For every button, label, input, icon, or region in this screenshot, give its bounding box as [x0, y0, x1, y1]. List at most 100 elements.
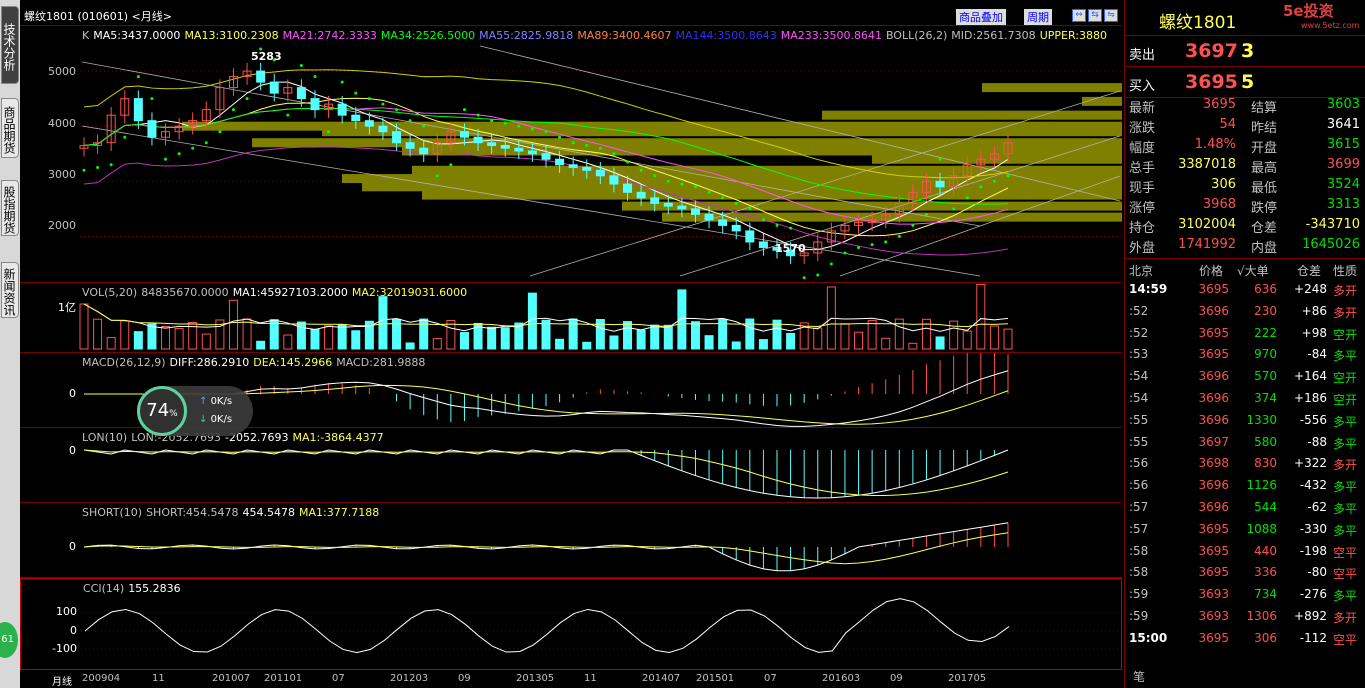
candle-body [147, 120, 157, 138]
tick-oi-change: -276 [1299, 587, 1327, 602]
tick-price: 3697 [1198, 434, 1229, 449]
tick-price: 3698 [1198, 456, 1229, 471]
cci-plot[interactable] [21, 579, 1123, 671]
candle-body [310, 98, 320, 111]
zoom-in-icon[interactable]: ⇔ [1072, 9, 1086, 22]
sar-dot [748, 207, 752, 211]
tick-nature: 空开 [1333, 371, 1358, 386]
macd_panel-legend-item: MACD(26,12,9) [82, 356, 166, 369]
tick-volume: 636 [1254, 282, 1277, 296]
volume-bar [976, 283, 986, 350]
tick-price: 3696 [1198, 412, 1229, 427]
scroll-icon[interactable]: ⇆ [1088, 9, 1102, 22]
cci-panel[interactable]: CCI(14) 155.2836 100 0 -100 [20, 578, 1123, 671]
notification-badge[interactable]: 61 [0, 622, 18, 658]
lon-panel[interactable]: LON(10) LON:-2052.7693 -2052.7693 MA1:-3864… [20, 428, 1122, 503]
sar-dot [150, 97, 154, 101]
volume-bar [174, 328, 184, 350]
tick-price: 3696 [1198, 369, 1229, 384]
tick-row: 14:59 3695 636 +248 多开 [1125, 282, 1365, 304]
candle-body [378, 125, 388, 133]
volume-bar [609, 335, 619, 350]
quote-label: 昨结 [1251, 121, 1278, 136]
quote-label: 持仓 [1129, 221, 1156, 236]
cci_panel-legend-item: CCI(14) [83, 582, 125, 595]
period-label[interactable]: 月线 [52, 673, 72, 688]
volume-bar [310, 328, 320, 350]
quote-label: 最高 [1251, 161, 1278, 176]
sar-dot [816, 273, 820, 277]
tab-index-futures[interactable]: 股指期货 [1, 180, 19, 236]
ask-volume: 3 [1241, 40, 1255, 62]
quote-row: 涨跌 54 昨结 3641 [1125, 117, 1365, 137]
quote-value: 3695 [1202, 97, 1236, 112]
volume-bar [677, 289, 687, 350]
main_panel-legend-item: MA89:3400.4607 [577, 29, 672, 42]
sar-dot [245, 97, 249, 101]
candle-body [269, 81, 279, 94]
tick-nature: 多平 [1333, 480, 1358, 495]
commodity-overlay-menu[interactable]: 商品叠加 [956, 9, 1006, 25]
chart-area[interactable]: 螺纹1801 (010601) <月线> 商品叠加 周期 ⇔ ⇆ ⇋ K MA5:… [20, 0, 1123, 688]
y-label-cci-0: 0 [70, 624, 77, 637]
x-tick: 07 [332, 673, 345, 684]
short_panel-legend-item: SHORT(10) [82, 506, 143, 519]
tick-oi-change: +248 [1294, 282, 1327, 296]
sar-dot [476, 113, 480, 117]
tick-header-volume[interactable]: √大单 [1237, 262, 1269, 279]
quote-header: 螺纹1801 5e投资 www.5etz.com [1125, 0, 1365, 36]
sar-dot [503, 121, 507, 125]
volume-bar [582, 341, 592, 350]
sar-dot [96, 166, 100, 170]
candle-body [419, 147, 429, 155]
tab-technical-analysis[interactable]: 技术分析 [1, 6, 19, 84]
volume-bar [758, 339, 768, 350]
tick-nature: 多平 [1333, 436, 1358, 451]
sar-dot [693, 185, 697, 189]
tab-commodity-futures[interactable]: 商品期货 [1, 98, 19, 158]
macd_panel-legend-item: MACD:281.9888 [336, 356, 426, 369]
volume-bar [351, 330, 361, 350]
zoom-out-icon[interactable]: ⇋ [1104, 9, 1118, 22]
volume-bar [161, 326, 171, 350]
volume-panel[interactable]: VOL(5,20) 84835670.0000 MA1:45927103.2000 M… [20, 283, 1122, 353]
volume-bar [106, 337, 116, 350]
vol_panel-legend-item: MA2:32019031.6000 [351, 286, 468, 299]
network-speed-widget[interactable]: 74% ↑ 0K/s ↓ 0K/s [137, 386, 253, 436]
tick-volume: 230 [1254, 303, 1277, 318]
sar-dot [517, 124, 521, 128]
quote-label: 结算 [1251, 101, 1278, 116]
candle-body [514, 147, 524, 152]
y-label-2000: 2000 [48, 219, 76, 232]
quote-row: 最新 3695 结算 3603 [1125, 97, 1365, 117]
volume-bar [201, 333, 211, 350]
short-legend: SHORT(10) SHORT:454.5478 454.5478 MA1:377.7… [82, 506, 383, 519]
ask-label: 卖出 [1129, 48, 1156, 63]
vol_panel-legend-item: VOL(5,20) [82, 286, 138, 299]
candle-body [758, 241, 768, 248]
tab-news[interactable]: 新闻资讯 [1, 262, 19, 318]
tick-header-nature: 性质 [1333, 264, 1358, 278]
volume-bar [459, 332, 469, 350]
tick-price: 3695 [1198, 543, 1229, 558]
kline-panel[interactable]: K MA5:3437.0000 MA13:3100.2308 MA21:2742.33… [20, 26, 1122, 283]
tick-footer[interactable]: 笔 [1133, 668, 1145, 685]
quote-value: 3313 [1326, 197, 1360, 212]
quote-value: -343710 [1305, 217, 1360, 232]
sar-dot [340, 80, 344, 84]
sar-dot [435, 174, 439, 178]
candle-body [459, 131, 469, 138]
volume-legend: VOL(5,20) 84835670.0000 MA1:45927103.2000 M… [82, 286, 471, 299]
kline-plot[interactable] [20, 26, 1122, 283]
short-panel[interactable]: SHORT(10) SHORT:454.5478 454.5478 MA1:377.7… [20, 503, 1122, 578]
period-menu[interactable]: 周期 [1024, 9, 1052, 25]
sar-dot [721, 196, 725, 200]
x-tick: 07 [764, 673, 777, 684]
tick-volume: 336 [1254, 565, 1277, 580]
volume-bar [989, 325, 999, 350]
y-label-5000: 5000 [48, 65, 76, 78]
high-price-label: 5283 [251, 50, 282, 63]
candle-body [650, 197, 660, 204]
tick-oi-change: +186 [1294, 391, 1327, 405]
y-label-macd-0: 0 [69, 387, 76, 400]
